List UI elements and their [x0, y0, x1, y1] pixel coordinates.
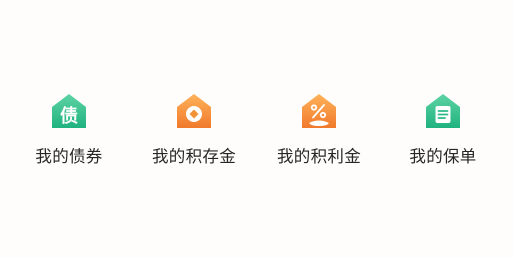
svg-text:债: 债 [60, 105, 78, 127]
my-gold-savings-label: 我的积存金 [152, 147, 236, 166]
my-policies-label: 我的保单 [409, 147, 477, 166]
my-policies-entry[interactable]: 我的保单 [383, 92, 503, 167]
my-bonds-label: 我的债券 [35, 147, 103, 166]
gold-interest-house-icon [299, 92, 339, 130]
shortcut-grid: 债 我的债券 我的积存金 我的积利金 我的保单 [0, 0, 514, 257]
bond-house-icon: 债 [49, 92, 89, 130]
my-gold-interest-label: 我的积利金 [277, 147, 361, 166]
my-gold-interest-entry[interactable]: 我的积利金 [259, 92, 379, 167]
my-gold-savings-entry[interactable]: 我的积存金 [134, 92, 254, 167]
my-bonds-entry[interactable]: 债 我的债券 [9, 92, 129, 167]
policy-house-icon [423, 92, 463, 130]
gold-savings-house-icon [174, 92, 214, 130]
